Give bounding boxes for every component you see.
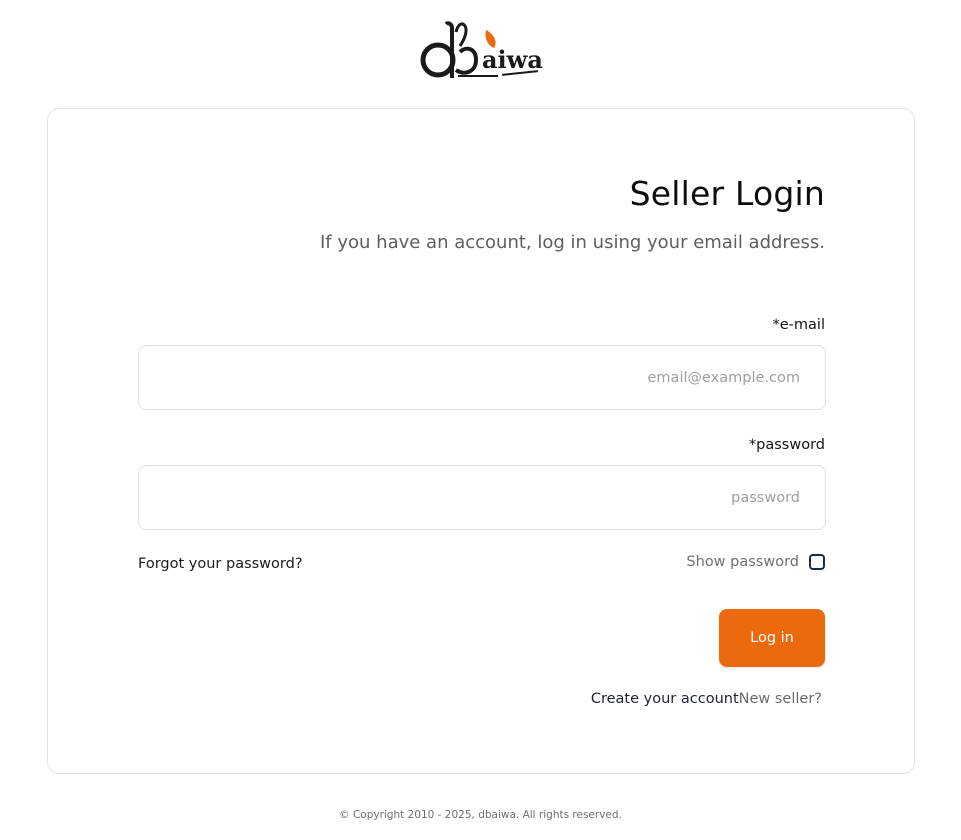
dbaiwa-logo-icon: aiwa xyxy=(420,21,543,78)
login-page: aiwa Seller Login If you have an account… xyxy=(0,0,961,840)
page-subtitle: If you have an account, log in using you… xyxy=(320,232,825,253)
password-label: *password xyxy=(748,437,825,453)
svg-text:aiwa: aiwa xyxy=(482,45,543,74)
forgot-password-link[interactable]: Forgot your password? xyxy=(138,556,303,572)
show-password-toggle[interactable]: Show password xyxy=(686,554,825,570)
login-card: Seller Login If you have an account, log… xyxy=(47,108,915,774)
new-seller-text: New seller? xyxy=(738,691,822,707)
email-input[interactable] xyxy=(138,345,826,410)
email-field-wrapper xyxy=(138,345,826,410)
signup-prompt: Create your accountNew seller? xyxy=(591,691,822,707)
show-password-label: Show password xyxy=(686,554,799,570)
login-button[interactable]: Log in xyxy=(719,609,825,667)
page-title: Seller Login xyxy=(629,174,825,213)
email-label: *e-mail xyxy=(772,317,825,333)
password-input[interactable] xyxy=(138,465,826,530)
brand-logo[interactable]: aiwa xyxy=(418,18,544,82)
footer-copyright: © Copyright 2010 - 2025, dbaiwa. All rig… xyxy=(339,809,622,821)
create-account-link[interactable]: Create your account xyxy=(591,691,739,707)
password-field-wrapper xyxy=(138,465,826,530)
show-password-checkbox[interactable] xyxy=(809,554,825,570)
